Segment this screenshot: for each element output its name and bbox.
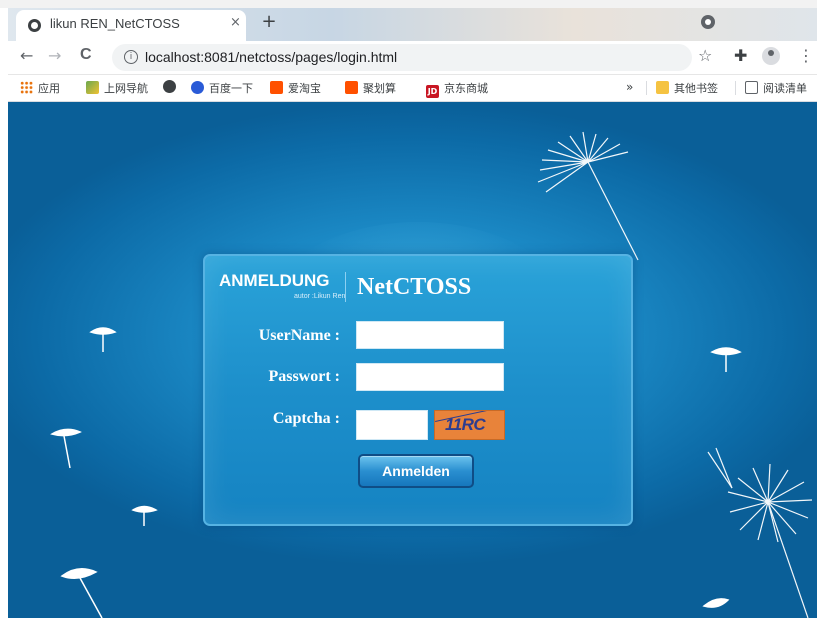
baidu-paw-icon: [191, 81, 204, 94]
dandelion-seed-icon: [89, 327, 117, 352]
bookmark-juhuasuan[interactable]: 聚划算: [345, 80, 396, 96]
bookmark-aitaobao[interactable]: 爱淘宝: [270, 80, 321, 96]
tab-active[interactable]: likun REN_NetCTOSS ×: [16, 10, 246, 41]
bookmark-separator: [735, 81, 736, 95]
dandelion-seed-icon: [50, 428, 82, 469]
login-button[interactable]: Anmelden: [358, 454, 474, 488]
tab-close-button[interactable]: ×: [230, 15, 241, 30]
password-input[interactable]: [356, 363, 504, 391]
dandelion-seed-icon: [710, 347, 742, 372]
extensions-icon[interactable]: ✚: [734, 46, 747, 65]
browser-window: likun REN_NetCTOSS × + ← → C i localhost…: [8, 8, 817, 618]
bookmarks-bar: 应用 上网导航 百度一下 爱淘宝 聚划算 JD 京东商城 » 其他书签 阅读清单: [8, 75, 817, 102]
tab-title: likun REN_NetCTOSS: [50, 16, 180, 31]
taobao-icon: [345, 81, 358, 94]
bookmark-separator: [646, 81, 647, 95]
bookmarks-overflow-button[interactable]: »: [626, 80, 633, 94]
folder-icon: [656, 81, 669, 94]
bookmark-star-icon[interactable]: ☆: [698, 46, 712, 65]
bookmark-jd[interactable]: JD 京东商城: [426, 80, 488, 98]
hao-nav-icon: [86, 81, 99, 94]
top-edge: [0, 0, 817, 8]
dandelion-decoration-icon: [537, 131, 639, 261]
tab-bar: likun REN_NetCTOSS × +: [8, 8, 817, 41]
menu-icon[interactable]: ⋮: [798, 46, 814, 65]
brand-heading: ANMELDUNG: [219, 271, 330, 290]
back-button[interactable]: ←: [20, 46, 33, 65]
captcha-image[interactable]: 11RC: [434, 410, 505, 440]
jd-icon: JD: [426, 85, 439, 98]
bookmark-nav[interactable]: 上网导航: [86, 80, 148, 96]
bookmark-baidu[interactable]: 百度一下: [191, 80, 253, 96]
bookmark-globe[interactable]: [163, 80, 181, 94]
globe-icon: [163, 80, 176, 93]
captcha-label: Captcha :: [272, 410, 340, 427]
taobao-icon: [270, 81, 283, 94]
url-text[interactable]: localhost:8081/netctoss/pages/login.html: [145, 49, 397, 65]
reading-list-icon: [745, 81, 758, 94]
password-label: Passwort :: [268, 368, 340, 385]
username-label: UserName :: [258, 327, 340, 344]
brand-divider: [345, 272, 346, 302]
new-tab-button[interactable]: +: [258, 11, 280, 35]
globe-icon: [28, 19, 41, 32]
account-icon[interactable]: [762, 47, 780, 65]
dandelion-seed-icon: [131, 505, 158, 526]
info-icon[interactable]: i: [124, 50, 138, 64]
reload-button[interactable]: C: [80, 46, 92, 64]
forward-button[interactable]: →: [48, 46, 61, 65]
login-page: ANMELDUNG autor :Likun Ren NetCTOSS User…: [8, 102, 817, 618]
bookmark-other[interactable]: 其他书签: [656, 80, 718, 96]
bookmark-apps[interactable]: 应用: [20, 80, 60, 96]
username-input[interactable]: [356, 321, 504, 349]
profile-icon[interactable]: [701, 15, 715, 29]
bookmark-reading-list[interactable]: 阅读清单: [745, 80, 807, 96]
app-title: NetCTOSS: [357, 274, 472, 300]
navigation-bar: ← → C i localhost:8081/netctoss/pages/lo…: [8, 41, 817, 75]
dandelion-seed-icon: [60, 568, 103, 618]
dandelion-seed-icon: [702, 598, 730, 608]
address-bar[interactable]: i localhost:8081/netctoss/pages/login.ht…: [112, 44, 692, 71]
captcha-input[interactable]: [356, 410, 428, 440]
captcha-text: 11RC: [445, 415, 486, 434]
author-caption: autor :Likun Ren: [294, 293, 346, 300]
login-panel: ANMELDUNG autor :Likun Ren NetCTOSS User…: [203, 254, 633, 526]
apps-grid-icon: [20, 81, 33, 94]
